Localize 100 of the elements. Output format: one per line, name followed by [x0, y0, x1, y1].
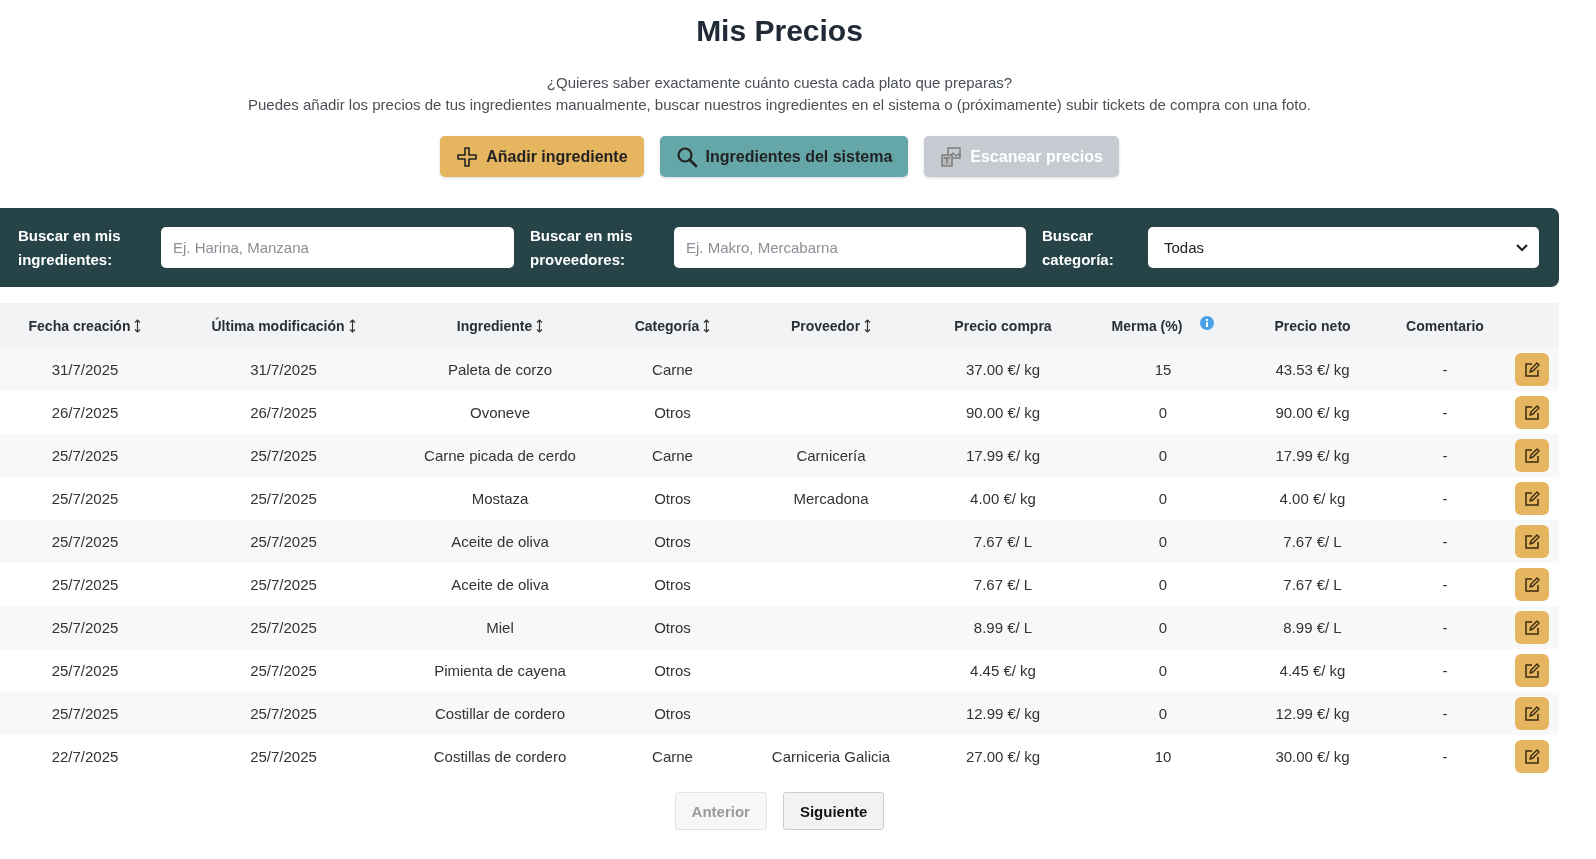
edit-button[interactable]: [1515, 482, 1549, 515]
table-cell: -: [1442, 533, 1448, 550]
table-cell: -: [1442, 361, 1448, 378]
table-cell: Ovoneve: [469, 404, 530, 421]
table-cell: Costillar de cordero: [434, 705, 566, 722]
search-field[interactable]: Ej. Makro, Mercabarna: [674, 227, 1026, 268]
table-cell: 43.53 €/ kg: [1275, 361, 1350, 378]
edit-button[interactable]: [1515, 439, 1549, 472]
column-header: Precio compra: [954, 317, 1052, 334]
edit-icon: [1523, 360, 1541, 379]
column-header[interactable]: Categoría: [634, 317, 700, 334]
table-cell: 8.99 €/ L: [973, 619, 1033, 636]
sort-icon[interactable]: [134, 318, 142, 333]
table-cell: Miel: [486, 619, 514, 636]
table-cell: Costillas de cordero: [433, 748, 567, 765]
table-cell: 26/7/2025: [250, 404, 317, 421]
table-cell: -: [1442, 619, 1448, 636]
table-cell: -: [1442, 490, 1448, 507]
table-cell: Aceite de oliva: [451, 533, 549, 550]
chevron-down-icon: [1515, 242, 1529, 253]
sort-icon[interactable]: [348, 318, 356, 333]
table-cell: Paleta de corzo: [447, 361, 553, 378]
next-button[interactable]: Siguiente: [782, 792, 885, 830]
edit-icon: [1523, 575, 1541, 594]
info-icon[interactable]: [1200, 315, 1215, 330]
table-cell: 0: [1158, 533, 1168, 550]
table-cell: Carnicería: [796, 447, 866, 464]
table-cell: Otros: [654, 533, 691, 550]
system-ingredients-button[interactable]: Ingredientes del sistema: [659, 136, 909, 177]
table-cell: 27.00 €/ kg: [965, 748, 1041, 765]
filter-label: Buscar en mis ingredientes:: [18, 225, 122, 270]
table-cell: 4.00 €/ kg: [970, 490, 1036, 507]
edit-icon: [1523, 661, 1541, 680]
table-cell: 26/7/2025: [51, 404, 119, 421]
column-header[interactable]: Última modificación: [211, 317, 345, 334]
table-cell: 25/7/2025: [250, 705, 317, 722]
column-header: Merma (%): [1111, 317, 1183, 334]
category-select[interactable]: Todas: [1148, 227, 1539, 268]
table-cell: 90.00 €/ kg: [1275, 404, 1350, 421]
edit-icon: [1523, 446, 1541, 465]
table-cell: 25/7/2025: [51, 490, 119, 507]
table-cell: 30.00 €/ kg: [1275, 748, 1350, 765]
table-cell: 17.99 €/ kg: [965, 447, 1041, 464]
table-cell: 25/7/2025: [51, 662, 119, 679]
table-cell: 25/7/2025: [51, 705, 119, 722]
table-cell: 7.67 €/ L: [1283, 533, 1342, 550]
table-cell: 25/7/2025: [250, 748, 317, 765]
table-cell: 4.00 €/ kg: [1279, 490, 1346, 507]
edit-icon: [1523, 403, 1541, 422]
column-header: Comentario: [1406, 317, 1484, 334]
table-cell: -: [1442, 447, 1448, 464]
edit-button[interactable]: [1515, 611, 1549, 644]
edit-button[interactable]: [1515, 654, 1549, 687]
edit-button[interactable]: [1515, 697, 1549, 730]
column-header[interactable]: Proveedor: [790, 317, 861, 334]
table-cell: 0: [1158, 576, 1168, 593]
column-header[interactable]: Fecha creación: [28, 317, 131, 334]
table-cell: 31/7/2025: [250, 361, 317, 378]
column-header[interactable]: Ingrediente: [456, 317, 533, 334]
table-cell: -: [1442, 662, 1448, 679]
edit-icon: [1523, 489, 1541, 508]
table-cell: 7.67 €/ L: [973, 576, 1033, 593]
edit-icon: [1523, 747, 1541, 766]
table-cell: Otros: [654, 576, 691, 593]
filter-label: Buscar en mis proveedores:: [530, 225, 634, 270]
table-cell: 7.67 €/ L: [1283, 576, 1342, 593]
search-field[interactable]: Ej. Harina, Manzana: [161, 227, 514, 268]
table-cell: 4.45 €/ kg: [1279, 662, 1346, 679]
table-cell: 25/7/2025: [250, 533, 317, 550]
table-cell: 25/7/2025: [250, 490, 317, 507]
edit-button[interactable]: [1515, 525, 1549, 558]
edit-button[interactable]: [1515, 353, 1549, 386]
table-cell: 15: [1154, 361, 1172, 378]
table-cell: -: [1442, 404, 1448, 421]
edit-button[interactable]: [1515, 396, 1549, 429]
sort-icon[interactable]: [703, 318, 711, 333]
table-cell: 17.99 €/ kg: [1275, 447, 1350, 464]
table-cell: 25/7/2025: [51, 619, 119, 636]
sort-icon[interactable]: [536, 318, 544, 333]
table-cell: 0: [1158, 619, 1168, 636]
search-icon: [675, 145, 698, 168]
table-cell: 25/7/2025: [51, 576, 119, 593]
table-cell: Mostaza: [471, 490, 529, 507]
edit-icon: [1523, 532, 1541, 551]
table-cell: 7.67 €/ L: [973, 533, 1033, 550]
edit-button[interactable]: [1515, 568, 1549, 601]
table-cell: -: [1442, 576, 1448, 593]
table-cell: 37.00 €/ kg: [965, 361, 1041, 378]
filter-label: Buscar categoría:: [1042, 225, 1115, 270]
table-cell: Aceite de oliva: [451, 576, 549, 593]
sort-icon[interactable]: [864, 318, 872, 333]
table-cell: 4.45 €/ kg: [970, 662, 1036, 679]
table-cell: Mercadona: [793, 490, 869, 507]
table-cell: 25/7/2025: [51, 447, 119, 464]
edit-icon: [1523, 704, 1541, 723]
table-cell: Carne picada de cerdo: [424, 447, 576, 464]
add-ingredient-button[interactable]: Añadir ingrediente: [440, 136, 644, 177]
table-cell: -: [1442, 705, 1448, 722]
table-cell: Carniceria Galicia: [771, 748, 891, 765]
edit-button[interactable]: [1515, 740, 1549, 773]
